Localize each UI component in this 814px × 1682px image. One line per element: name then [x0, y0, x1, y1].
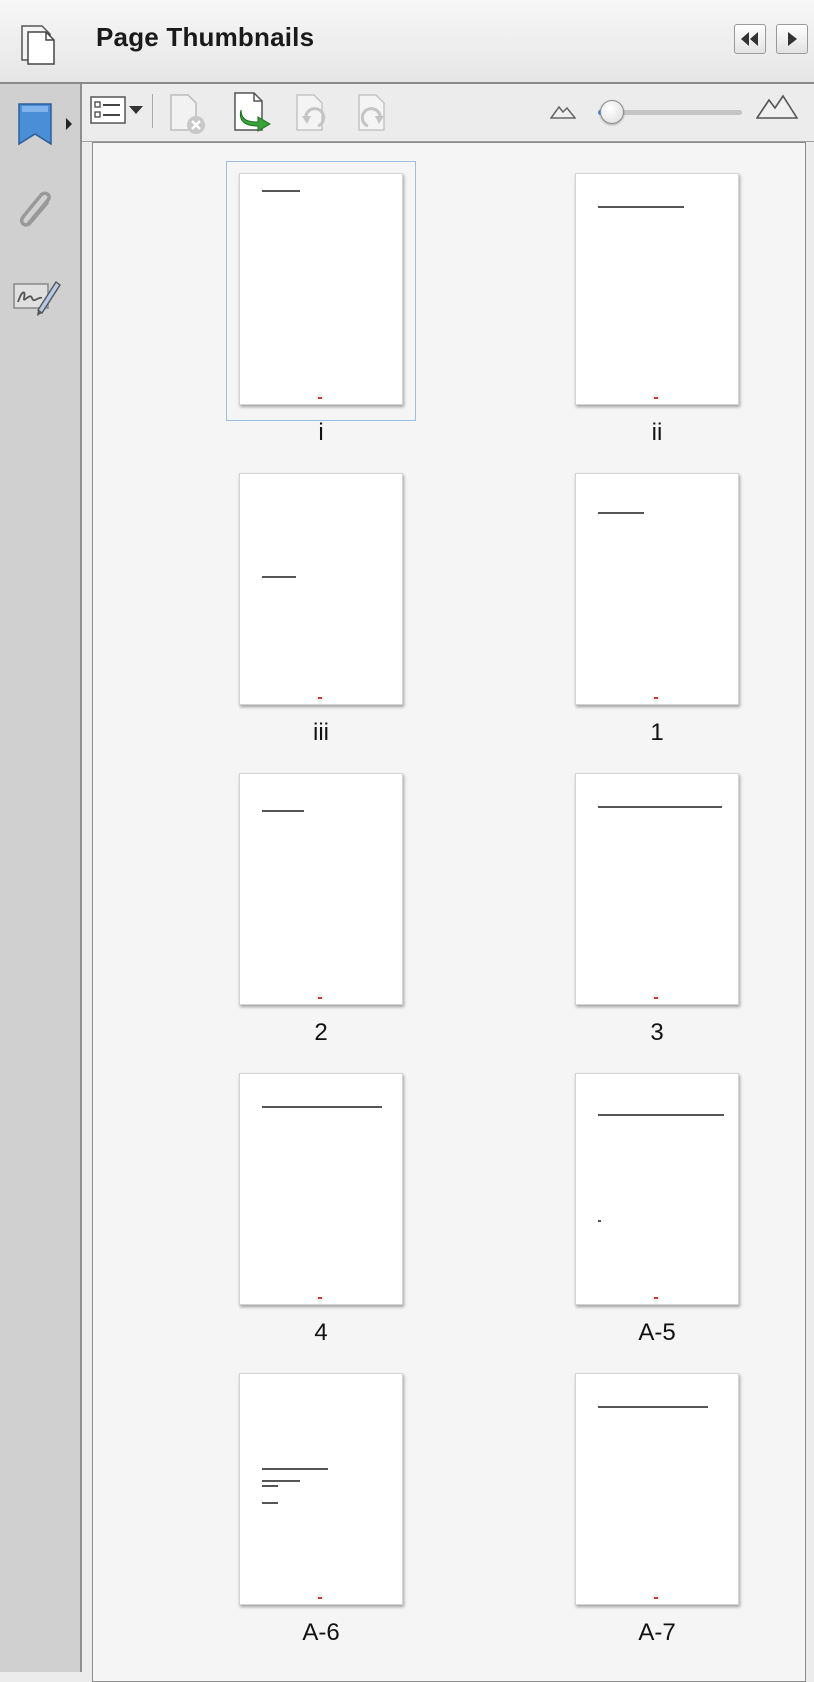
- zoom-large-icon[interactable]: [756, 92, 798, 120]
- thumbnail-grid: i ii iii 1 2 3 4 A-5 A-6 A-7: [92, 142, 806, 1682]
- navigation-rail: [0, 84, 82, 1672]
- thumbnail-label: A-5: [638, 1319, 676, 1346]
- thumbnail-page-a-7[interactable]: A-7: [513, 1361, 773, 1651]
- panel-header: Page Thumbnails: [0, 0, 814, 84]
- toolbar-separator: [152, 94, 153, 128]
- thumbnail-page-a-6[interactable]: A-6: [177, 1361, 437, 1651]
- thumbnail-page-1[interactable]: 1: [513, 461, 773, 751]
- page-preview: [239, 1373, 403, 1605]
- thumbnail-label: 3: [650, 1019, 664, 1046]
- page-preview: [575, 473, 739, 705]
- thumbnail-toolbar: [82, 84, 814, 142]
- page-preview: [575, 1373, 739, 1605]
- thumbnail-label: 4: [314, 1319, 328, 1346]
- page-preview: [239, 773, 403, 1005]
- thumbnail-label: iii: [313, 719, 329, 746]
- thumbnail-label: A-7: [638, 1619, 676, 1646]
- thumbnail-page-2[interactable]: 2: [177, 761, 437, 1051]
- page-preview: [239, 173, 403, 405]
- thumbnail-label: A-6: [302, 1619, 340, 1646]
- play-icon: [788, 32, 797, 46]
- panel-title: Page Thumbnails: [96, 22, 315, 52]
- paperclip-icon[interactable]: [14, 188, 60, 234]
- rotate-cw-icon[interactable]: [356, 92, 396, 136]
- expand-panel-button[interactable]: [776, 24, 808, 54]
- thumbnail-page-3[interactable]: 3: [513, 761, 773, 1051]
- zoom-slider-knob[interactable]: [600, 100, 625, 124]
- rotate-ccw-icon[interactable]: [294, 92, 334, 136]
- signature-icon[interactable]: [12, 276, 62, 318]
- page-preview: [575, 1073, 739, 1305]
- thumbnail-page-iii[interactable]: iii: [177, 461, 437, 751]
- collapse-panel-button[interactable]: [734, 24, 766, 54]
- thumbnail-page-4[interactable]: 4: [177, 1061, 437, 1351]
- bookmark-icon[interactable]: [16, 102, 78, 148]
- page-preview: [575, 773, 739, 1005]
- thumbnail-page-a-5[interactable]: A-5: [513, 1061, 773, 1351]
- thumbnail-label: ii: [651, 419, 663, 446]
- thumbnail-page-i[interactable]: i: [177, 161, 437, 451]
- thumbnail-label: 1: [650, 719, 664, 746]
- page-preview: [239, 473, 403, 705]
- zoom-small-icon[interactable]: [550, 102, 576, 120]
- pages-icon: [21, 25, 55, 65]
- zoom-slider[interactable]: [598, 100, 742, 124]
- rewind-icon: [741, 32, 758, 46]
- page-preview: [239, 1073, 403, 1305]
- thumbnail-label: i: [318, 419, 324, 446]
- insert-page-icon[interactable]: [232, 90, 274, 136]
- thumbnail-page-ii[interactable]: ii: [513, 161, 773, 451]
- options-menu-icon[interactable]: [90, 96, 146, 126]
- page-preview: [575, 173, 739, 405]
- delete-page-icon[interactable]: [168, 92, 208, 136]
- thumbnail-label: 2: [314, 1019, 328, 1046]
